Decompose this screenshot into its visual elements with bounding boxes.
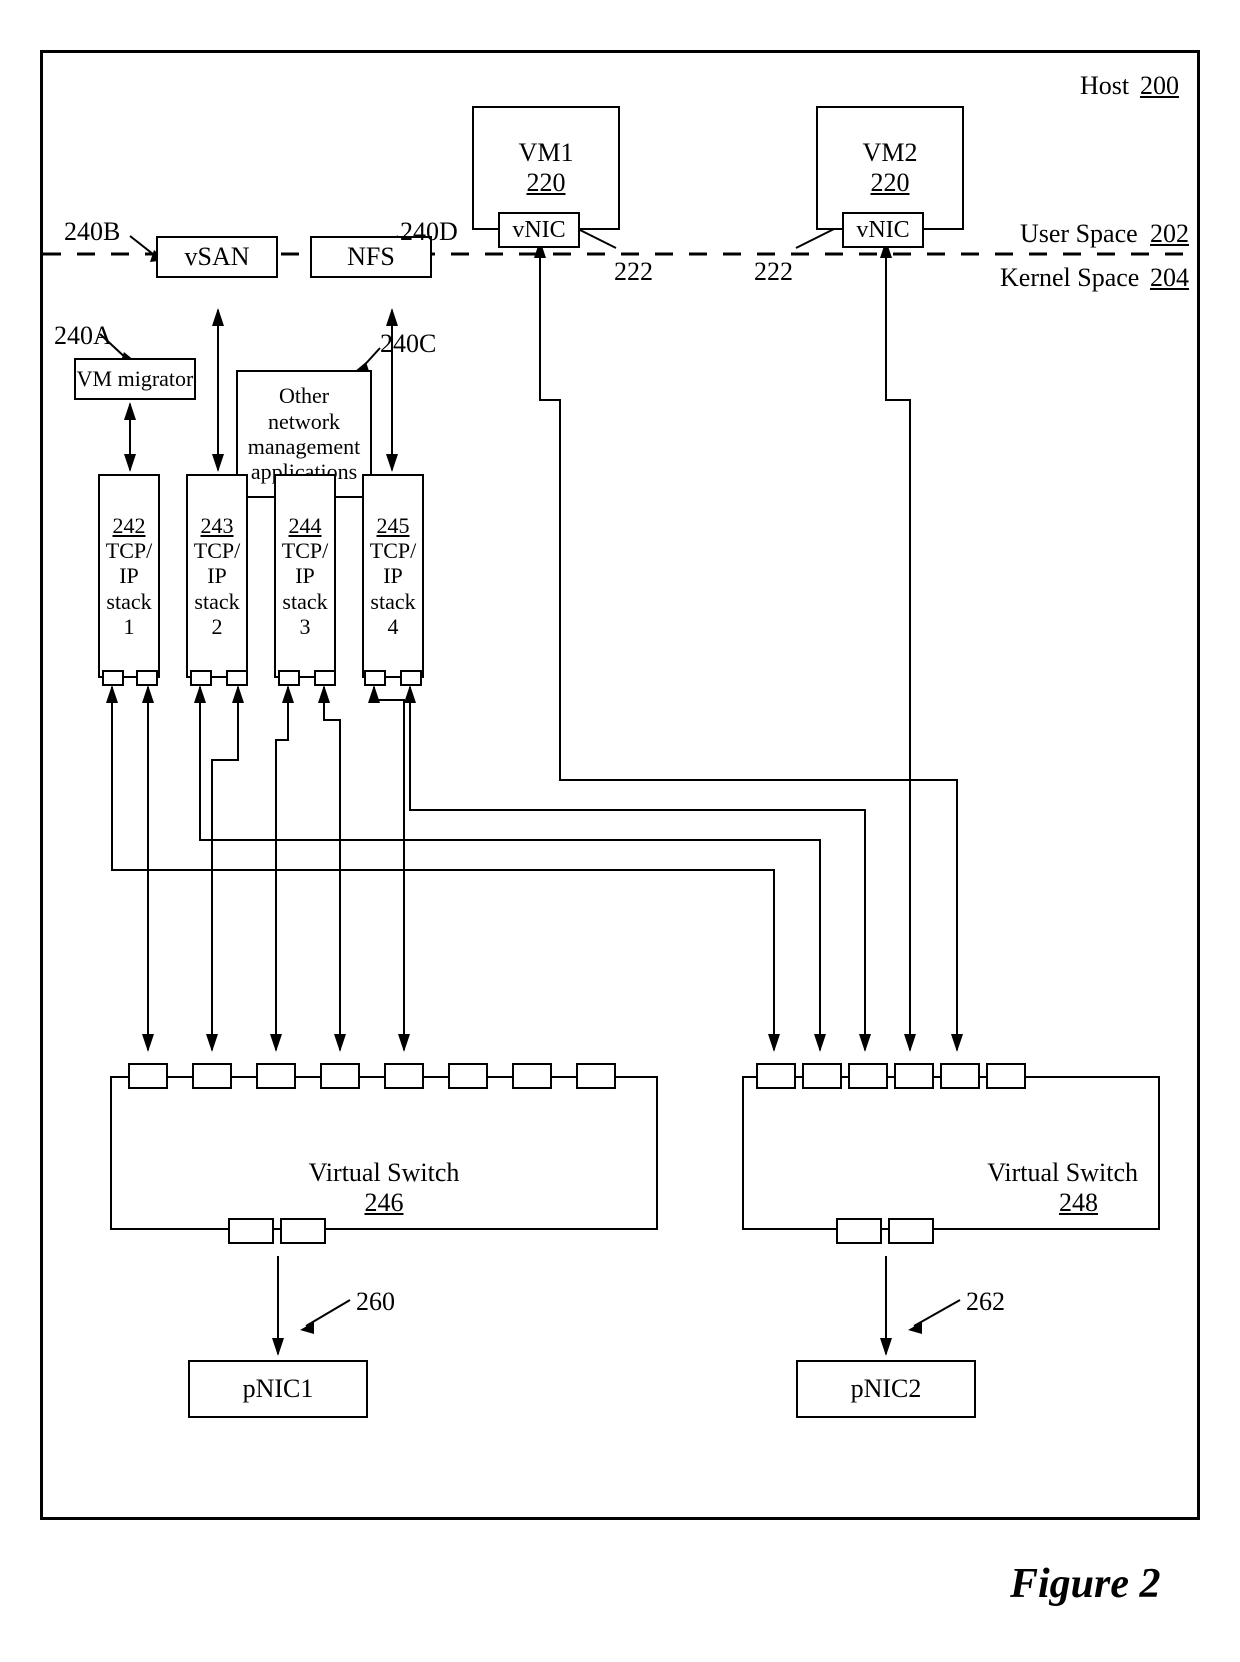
vm1-num: 220	[527, 168, 566, 198]
pnic2-leader-262: 262	[966, 1286, 1005, 1317]
vswitch2-p5	[940, 1063, 980, 1089]
vm1-label: VM1	[519, 138, 574, 168]
user-space-label: User Space	[1020, 218, 1138, 249]
stack2-port-left	[190, 670, 212, 686]
stack1-label: TCP/ IP stack 1	[106, 538, 152, 639]
figure-caption: Figure 2	[1010, 1560, 1161, 1608]
vswitch1-label: Virtual Switch	[309, 1158, 460, 1188]
vswitch2-uplink1	[836, 1218, 882, 1244]
vsan-leader-240B: 240B	[64, 216, 120, 247]
stack1-box: 242 TCP/ IP stack 1	[98, 474, 160, 678]
vswitch2-p4	[894, 1063, 934, 1089]
vsan-box: vSAN	[156, 236, 278, 278]
kernel-space-label: Kernel Space	[1000, 262, 1139, 293]
host-label: Host	[1080, 70, 1129, 101]
stack2-label: TCP/ IP stack 2	[194, 538, 240, 639]
vswitch1-p3	[256, 1063, 296, 1089]
stack4-label: TCP/ IP stack 4	[370, 538, 416, 639]
nfs-leader-240D: 240D	[400, 216, 458, 247]
vswitch2-p6	[986, 1063, 1026, 1089]
vswitch1-p4	[320, 1063, 360, 1089]
vm1-vnic: vNIC	[498, 212, 580, 248]
stack3-box: 244 TCP/ IP stack 3	[274, 474, 336, 678]
vm2-label: VM2	[863, 138, 918, 168]
vswitch1-p2	[192, 1063, 232, 1089]
vswitch1-uplink2	[280, 1218, 326, 1244]
stack4-num: 245	[377, 513, 410, 538]
vswitch1-num: 246	[365, 1188, 404, 1218]
vswitch1-p7	[512, 1063, 552, 1089]
vswitch1-uplink1	[228, 1218, 274, 1244]
stack2-port-right	[226, 670, 248, 686]
vswitch2-label: Virtual Switch	[987, 1158, 1138, 1188]
vm1-leader-222: 222	[614, 256, 653, 287]
stack3-num: 244	[289, 513, 322, 538]
other-apps-leader-240C: 240C	[380, 328, 436, 359]
vswitch2-uplink2	[888, 1218, 934, 1244]
stack4-box: 245 TCP/ IP stack 4	[362, 474, 424, 678]
vswitch2-p1	[756, 1063, 796, 1089]
stack2-num: 243	[201, 513, 234, 538]
stack1-port-right	[136, 670, 158, 686]
vswitch2-box: Virtual Switch 248	[742, 1076, 1160, 1230]
stack3-port-right	[314, 670, 336, 686]
vm2-vnic: vNIC	[842, 212, 924, 248]
stack1-port-left	[102, 670, 124, 686]
vswitch2-num: 248	[1059, 1188, 1138, 1218]
host-num: 200	[1140, 70, 1179, 101]
stack4-port-right	[400, 670, 422, 686]
vm-migrator-box: VM migrator	[74, 358, 196, 400]
vswitch1-p5	[384, 1063, 424, 1089]
vm-migrator-leader-240A: 240A	[54, 320, 112, 351]
pnic2-box: pNIC2	[796, 1360, 976, 1418]
kernel-space-num: 204	[1150, 262, 1189, 293]
vswitch2-p3	[848, 1063, 888, 1089]
vswitch1-box: Virtual Switch 246	[110, 1076, 658, 1230]
stack2-box: 243 TCP/ IP stack 2	[186, 474, 248, 678]
vswitch1-p8	[576, 1063, 616, 1089]
stack4-port-left	[364, 670, 386, 686]
pnic1-box: pNIC1	[188, 1360, 368, 1418]
stack3-label: TCP/ IP stack 3	[282, 538, 328, 639]
stack1-num: 242	[113, 513, 146, 538]
vm2-num: 220	[871, 168, 910, 198]
vswitch2-p2	[802, 1063, 842, 1089]
vm2-leader-222: 222	[754, 256, 793, 287]
user-space-num: 202	[1150, 218, 1189, 249]
pnic1-leader-260: 260	[356, 1286, 395, 1317]
vswitch1-p6	[448, 1063, 488, 1089]
vswitch1-p1	[128, 1063, 168, 1089]
stack3-port-left	[278, 670, 300, 686]
